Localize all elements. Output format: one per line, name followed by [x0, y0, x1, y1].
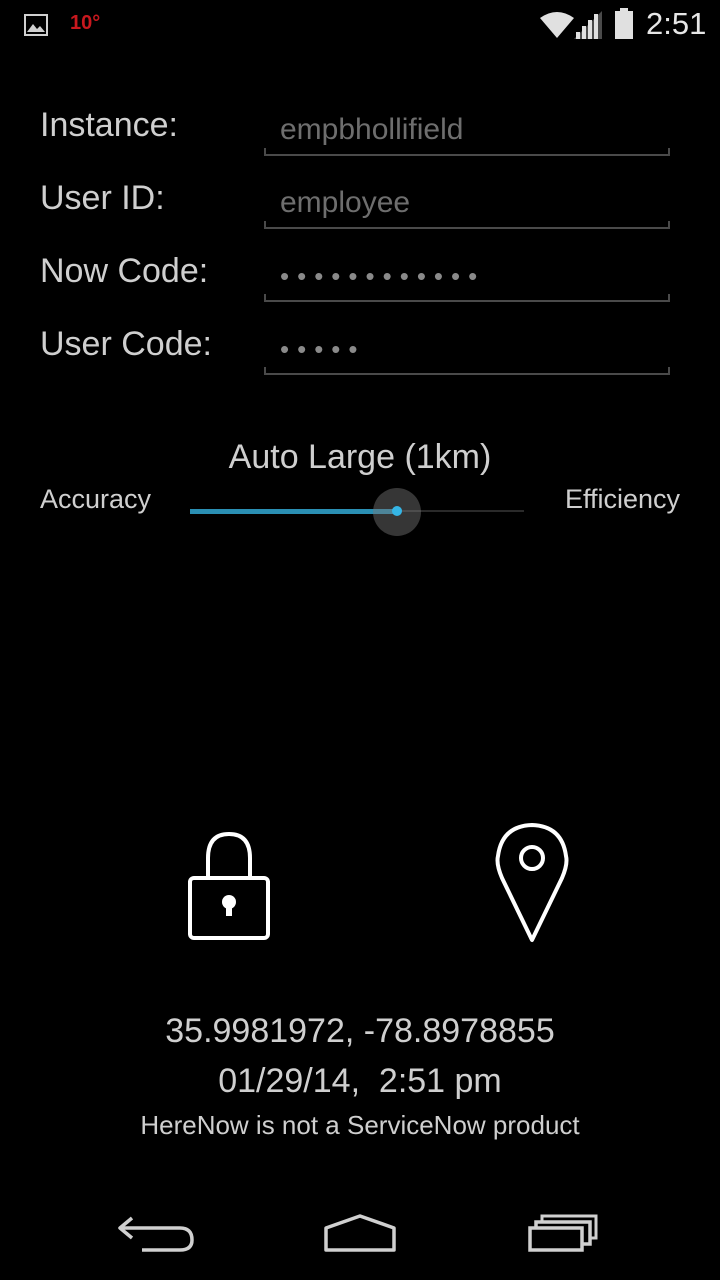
map-pin-icon[interactable]	[494, 822, 570, 944]
battery-icon	[615, 8, 633, 39]
instance-row: Instance: empbhollifield	[0, 106, 720, 180]
lock-icon[interactable]	[186, 830, 272, 942]
accuracy-efficiency-slider[interactable]	[190, 488, 524, 536]
user-id-input[interactable]: employee	[264, 183, 670, 229]
efficiency-label: Efficiency	[564, 484, 680, 514]
disclaimer-text: HereNow is not a ServiceNow product	[140, 1110, 580, 1140]
user-id-label: User ID:	[40, 179, 165, 217]
home-icon[interactable]	[300, 1206, 420, 1256]
navigation-bar	[0, 1180, 720, 1280]
now-code-row: Now Code: ••••••••••••	[0, 252, 720, 326]
gallery-icon	[24, 14, 48, 36]
instance-input[interactable]: empbhollifield	[264, 110, 670, 156]
back-icon[interactable]	[100, 1206, 220, 1256]
temperature-indicator: 10°	[70, 12, 101, 34]
user-code-row: User Code: •••••	[0, 325, 720, 399]
accuracy-mode-title: Auto Large (1km)	[228, 438, 492, 476]
slider-thumb[interactable]	[392, 506, 402, 516]
status-bar: 10° 2:51	[0, 0, 720, 50]
user-code-input[interactable]: •••••	[264, 329, 670, 375]
signal-icon	[574, 11, 602, 39]
datetime-text: 01/29/14, 2:51 pm	[218, 1062, 502, 1100]
recents-icon[interactable]	[500, 1206, 620, 1256]
now-code-input[interactable]: ••••••••••••	[264, 256, 670, 302]
user-code-label: User Code:	[40, 325, 212, 363]
wifi-icon	[540, 12, 574, 38]
coordinates-text: 35.9981972, -78.8978855	[165, 1012, 555, 1050]
now-code-label: Now Code:	[40, 252, 209, 290]
slider-fill	[190, 509, 397, 514]
user-id-row: User ID: employee	[0, 179, 720, 253]
instance-label: Instance:	[40, 106, 178, 144]
status-time: 2:51	[646, 6, 707, 41]
accuracy-label: Accuracy	[40, 484, 152, 514]
